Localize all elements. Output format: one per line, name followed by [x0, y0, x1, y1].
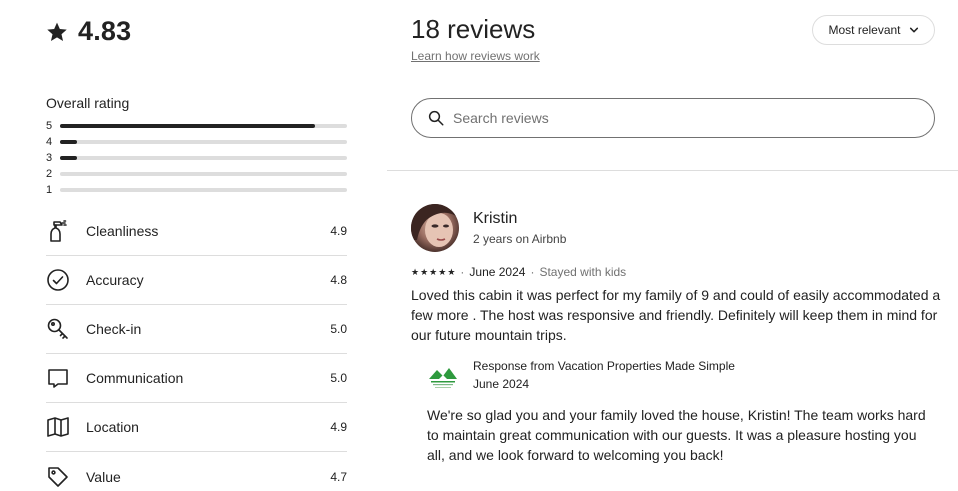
- rating-bar-label: 3: [46, 152, 53, 164]
- rating-bar-track: [60, 156, 347, 160]
- rating-bar-label: 4: [46, 136, 53, 148]
- search-input[interactable]: [453, 110, 893, 126]
- star-icon: ★: [438, 266, 447, 277]
- separator-dot: ·: [530, 265, 535, 279]
- host-response: Response from Vacation Properties Made S…: [427, 359, 937, 465]
- review-stars: ★ ★ ★ ★ ★: [411, 266, 456, 277]
- overall-score-value: 4.83: [78, 16, 132, 46]
- rating-bar-row: 5: [46, 118, 347, 134]
- map-icon: [46, 413, 86, 441]
- category-label: Accuracy: [86, 272, 144, 288]
- category-cleanliness: Cleanliness 4.9: [46, 207, 347, 256]
- category-value: Value 4.7: [46, 452, 347, 491]
- category-score: 5.0: [330, 322, 347, 336]
- response-date: June 2024: [473, 377, 530, 391]
- host-logo[interactable]: [427, 361, 459, 393]
- category-label: Check-in: [86, 321, 142, 337]
- category-ratings: Cleanliness 4.9 Accuracy 4.8 Check-in 5.0 Comm…: [46, 207, 347, 491]
- chevron-down-icon: [909, 27, 918, 33]
- search-reviews-field[interactable]: [411, 98, 935, 138]
- rating-bar-label: 2: [46, 168, 53, 180]
- review-date: June 2024: [469, 265, 526, 279]
- sort-dropdown[interactable]: Most relevant: [812, 15, 935, 45]
- star-icon: ★: [411, 266, 420, 277]
- trip-type: Stayed with kids: [539, 265, 627, 279]
- rating-bar-row: 4: [46, 134, 347, 150]
- tag-icon: [46, 463, 86, 491]
- search-icon: [428, 110, 444, 126]
- category-communication: Communication 5.0: [46, 354, 347, 403]
- category-score: 4.8: [330, 273, 347, 287]
- category-check-in: Check-in 5.0: [46, 305, 347, 354]
- response-text: We're so glad you and your family loved …: [427, 407, 926, 463]
- rating-bar-fill: [60, 156, 78, 160]
- review-text: Loved this cabin it was perfect for my f…: [411, 287, 941, 343]
- rating-bar-row: 1: [46, 182, 347, 198]
- sort-label: Most relevant: [828, 23, 901, 37]
- rating-bar-label: 1: [46, 184, 53, 196]
- key-icon: [46, 315, 86, 343]
- rating-bar-row: 3: [46, 150, 347, 166]
- rating-bar-row: 2: [46, 166, 347, 182]
- star-icon: ★: [447, 266, 456, 277]
- reviewer-tenure: 2 years on Airbnb: [473, 232, 567, 246]
- category-location: Location 4.9: [46, 403, 347, 452]
- star-icon: ★: [429, 266, 438, 277]
- spray-bottle-icon: [46, 217, 86, 245]
- category-label: Location: [86, 419, 139, 435]
- rating-bar-track: [60, 188, 347, 192]
- star-icon: ★: [420, 266, 429, 277]
- review-meta: ★ ★ ★ ★ ★ · June 2024 · Stayed with kids: [411, 265, 941, 279]
- rating-bar-track: [60, 140, 347, 144]
- learn-how-reviews-work-link[interactable]: Learn how reviews work: [411, 49, 540, 63]
- category-score: 4.9: [330, 420, 347, 434]
- rating-bar-track: [60, 124, 347, 128]
- review-card: Kristin 2 years on Airbnb ★ ★ ★ ★ ★ · June 2…: [411, 204, 941, 465]
- overall-rating-label: Overall rating: [46, 95, 130, 111]
- reviewer-name[interactable]: Kristin: [473, 210, 566, 228]
- category-accuracy: Accuracy 4.8: [46, 256, 347, 305]
- rating-bar-fill: [60, 140, 78, 144]
- chat-bubble-icon: [46, 364, 86, 392]
- separator-dot: ·: [460, 265, 465, 279]
- divider: [387, 170, 958, 171]
- category-label: Cleanliness: [86, 223, 159, 239]
- category-label: Communication: [86, 370, 184, 386]
- category-label: Value: [86, 468, 121, 485]
- review-count: 18 reviews: [411, 14, 536, 44]
- rating-bar-fill: [60, 124, 316, 128]
- check-circle-icon: [46, 266, 86, 294]
- category-score: 4.7: [330, 469, 347, 484]
- reviewer-avatar[interactable]: [411, 204, 459, 252]
- rating-distribution: Overall rating 5 4 3 2 1: [46, 95, 347, 198]
- overall-score: 4.83: [46, 16, 131, 47]
- rating-bar-track: [60, 172, 347, 176]
- response-title: Response from Vacation Properties Made S…: [473, 359, 735, 373]
- category-score: 5.0: [330, 371, 347, 385]
- rating-bar-label: 5: [46, 120, 53, 132]
- category-score: 4.9: [330, 224, 347, 238]
- star-icon: [46, 21, 68, 43]
